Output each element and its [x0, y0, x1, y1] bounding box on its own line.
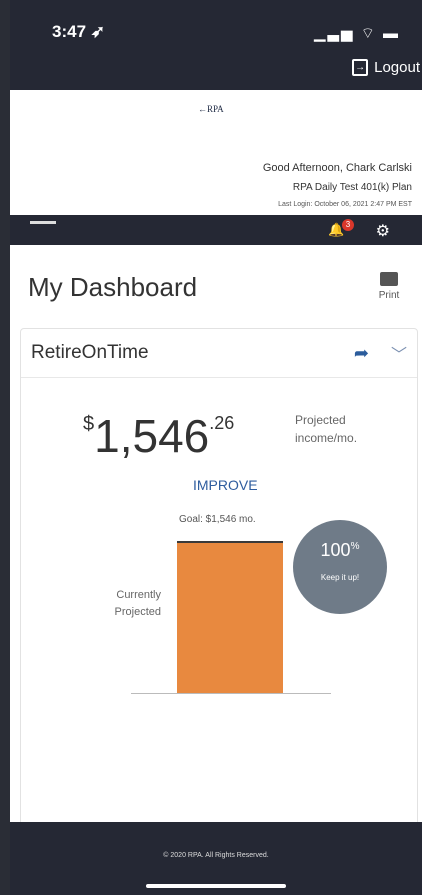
last-login: Last Login: October 06, 2021 2:47 PM EST	[278, 201, 412, 208]
greeting-text: Good Afternoon, Chark Carlski	[262, 162, 412, 174]
chart-baseline	[131, 693, 331, 694]
progress-circle: 100% Keep it up!	[293, 520, 387, 614]
projected-label: Projected income/mo.	[295, 413, 358, 445]
copyright: © 2020 RPA. All Rights Reserved.	[163, 852, 269, 859]
progress-message: Keep it up!	[320, 573, 360, 582]
printer-icon	[380, 272, 398, 286]
goal-label: Goal: $1,546 mo.	[179, 514, 256, 525]
chevron-down-icon[interactable]: ﹀	[391, 341, 407, 365]
currently-projected-label: Currently Projected	[114, 589, 161, 618]
rpa-logo: ←RPA	[198, 104, 224, 114]
projected-bar	[177, 541, 283, 693]
retire-on-time-card: RetireOnTime ➦ ﹀ $1,546.26 Projected inc…	[20, 328, 418, 830]
plan-name: RPA Daily Test 401(k) Plan	[292, 182, 412, 193]
amount-whole: 1,546	[94, 410, 210, 462]
nav-bar: 🔔 3 ⚙	[10, 215, 422, 245]
logout-icon: →	[352, 59, 369, 76]
menu-icon[interactable]	[30, 221, 56, 224]
card-title: RetireOnTime	[31, 342, 149, 363]
gear-icon[interactable]: ⚙	[376, 221, 390, 241]
bell-icon[interactable]: 🔔	[328, 223, 344, 237]
logout-label: Logout	[374, 59, 420, 76]
top-bar: 3:47 ➶ ▁▃▅ ⌔ ▬ → Logout	[10, 0, 422, 90]
home-indicator[interactable]	[146, 884, 286, 888]
improve-link[interactable]: IMPROVE	[193, 477, 258, 493]
notification-badge: 3	[342, 219, 354, 231]
progress-percent: 100%	[320, 540, 360, 560]
status-icons: ▁▃▅ ⌔ ▬	[313, 25, 400, 42]
logout-button[interactable]: → Logout	[352, 59, 422, 76]
footer: © 2020 RPA. All Rights Reserved.	[10, 822, 422, 895]
card-header: RetireOnTime ➦ ﹀	[21, 329, 417, 378]
amount-cents: .26	[209, 413, 235, 433]
page-title: My Dashboard	[28, 272, 198, 302]
print-button[interactable]: Print	[374, 272, 404, 301]
header: ←RPA Good Afternoon, Chark Carlski RPA D…	[10, 90, 422, 215]
currency-symbol: $	[83, 413, 95, 435]
phone-bezel: 3:47 ➶ ▁▃▅ ⌔ ▬ → Logout ←RPA Good Aftern…	[0, 0, 422, 895]
status-time: 3:47 ➶	[52, 22, 105, 41]
projected-amount: $1,546.26	[83, 409, 234, 463]
phone-screen: 3:47 ➶ ▁▃▅ ⌔ ▬ → Logout ←RPA Good Aftern…	[10, 0, 422, 895]
share-icon[interactable]: ➦	[354, 343, 369, 364]
print-label: Print	[378, 290, 400, 301]
